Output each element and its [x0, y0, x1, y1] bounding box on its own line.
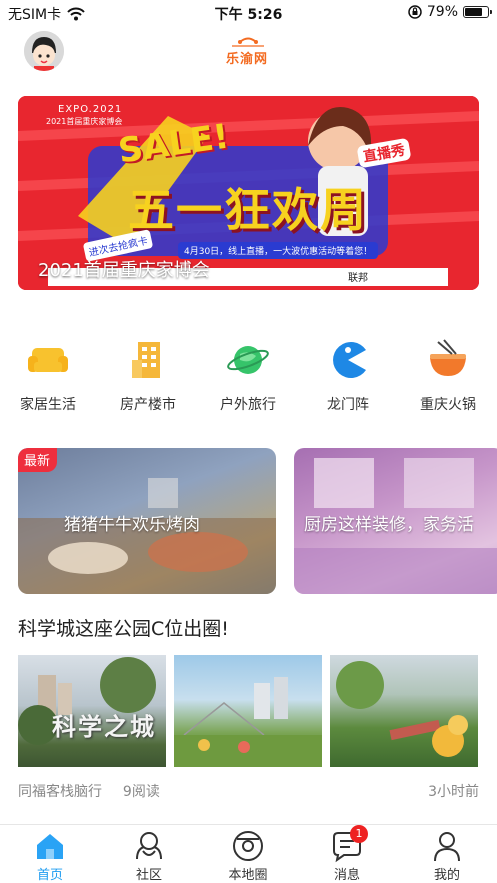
tab-local-circle[interactable]: 本地圈	[208, 829, 288, 883]
article-thumbnail[interactable]	[330, 655, 478, 767]
sofa-icon	[28, 348, 68, 372]
tab-messages[interactable]: 1 消息	[307, 825, 387, 883]
category-label: 户外旅行	[220, 397, 276, 413]
feature-card-kitchen[interactable]: 厨房这样装修，家务活	[294, 448, 497, 594]
category-home-living[interactable]: 家居生活	[2, 330, 94, 414]
pacman-icon	[333, 342, 366, 378]
category-real-estate[interactable]: 房产楼市	[102, 330, 194, 414]
message-icon-wrap: 1	[330, 825, 368, 863]
category-label: 家居生活	[20, 397, 76, 413]
category-chongqing-hotpot[interactable]: 重庆火锅	[402, 330, 494, 414]
feature-card-bbq[interactable]: 最新 猪猪牛牛欢乐烤肉	[18, 448, 276, 594]
article-thumbnail[interactable]	[174, 655, 322, 767]
article-thumbnail[interactable]: 科学之城	[18, 655, 166, 767]
building-icon	[132, 342, 160, 378]
new-badge: 最新	[18, 448, 58, 472]
category-longmenzhen[interactable]: 龙门阵	[302, 330, 394, 414]
battery-percent: 79%	[426, 4, 458, 20]
category-grid: 家居生活 房产楼市 户外旅行 龙门阵 重庆火锅	[0, 330, 497, 420]
header: 乐渝网	[0, 26, 497, 78]
logo-text: 乐渝网	[226, 52, 269, 67]
bottom-tab-bar: 首页 社区 本地圈 1 消息 我的	[0, 824, 497, 883]
article-meta: 同福客栈脑行 9阅读	[18, 781, 160, 801]
category-outdoor-travel[interactable]: 户外旅行	[202, 330, 294, 414]
logo: 乐渝网	[218, 36, 278, 67]
battery-icon	[463, 6, 492, 18]
category-label: 龙门阵	[327, 397, 369, 413]
card-caption: 厨房这样装修，家务活	[304, 515, 474, 535]
hero-banner[interactable]: EXPO.2021 2021首届重庆家博会 SALE! 五一狂欢周 直播秀 4月…	[18, 96, 479, 290]
tab-label: 本地圈	[228, 868, 268, 883]
noodle-bowl-icon	[430, 339, 466, 376]
tab-label: 首页	[36, 868, 63, 883]
tab-home[interactable]: 首页	[10, 829, 90, 883]
banner-subtitle-text: 2021首届重庆家博会	[46, 117, 123, 126]
profile-icon	[434, 832, 460, 862]
banner-caption: 2021首届重庆家博会	[38, 260, 210, 281]
status-right: 79%	[408, 4, 492, 20]
tab-label: 消息	[333, 868, 360, 883]
battery-fill	[465, 8, 483, 16]
category-label: 重庆火锅	[420, 397, 476, 413]
tab-label: 我的	[433, 868, 460, 883]
home-icon	[37, 834, 63, 859]
orientation-lock-icon	[408, 5, 422, 19]
banner-expo-text: EXPO.2021	[58, 104, 123, 115]
article-title[interactable]: 科学城这座公园C位出圈!	[18, 614, 229, 641]
card-caption: 猪猪牛牛欢乐烤肉	[64, 515, 200, 535]
local-circle-icon	[233, 831, 263, 861]
planet-icon	[227, 346, 269, 374]
thumbnail-photo	[336, 661, 468, 757]
avatar[interactable]	[24, 31, 64, 71]
avatar-face-icon	[24, 31, 64, 71]
status-bar: 无SIM卡 下午 5:26 79%	[0, 0, 497, 26]
article-reads: 9阅读	[122, 784, 160, 800]
article-source: 同福客栈脑行	[18, 784, 102, 800]
banner-sponsor-text: 联邦	[348, 273, 368, 284]
message-count-badge: 1	[350, 825, 368, 843]
community-icon	[136, 832, 162, 860]
tab-label: 社区	[135, 868, 162, 883]
tab-profile[interactable]: 我的	[407, 829, 487, 883]
banner-headline-text: 五一狂欢周	[128, 183, 368, 237]
thumbnail-overlay-text: 科学之城	[52, 713, 156, 741]
thumbnail-photo	[174, 677, 322, 767]
article-time: 3小时前	[428, 784, 479, 800]
category-label: 房产楼市	[120, 397, 176, 413]
tab-community[interactable]: 社区	[109, 829, 189, 883]
